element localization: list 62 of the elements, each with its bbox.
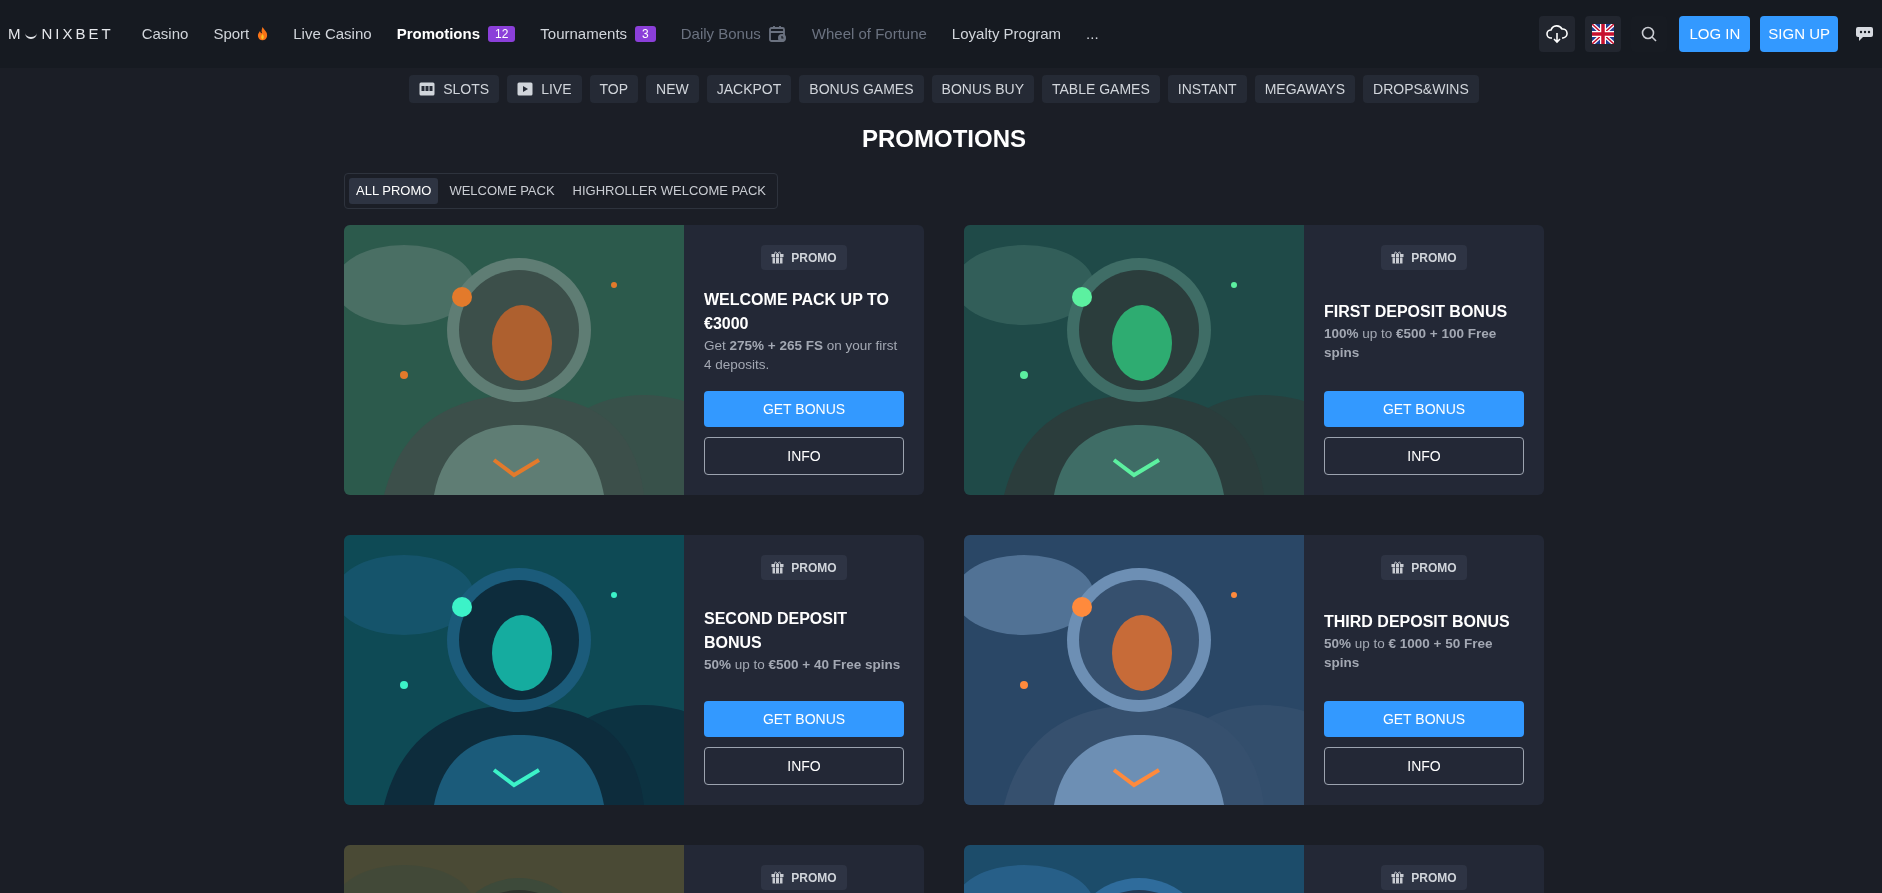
logo-text: NIXBET	[41, 23, 114, 44]
filter-tab[interactable]: WELCOME PACK	[442, 178, 562, 204]
promo-badge: PROMO	[1381, 245, 1467, 270]
page-title: PROMOTIONS	[861, 124, 1027, 154]
filter-tab[interactable]: ALL PROMO	[349, 178, 439, 204]
promo-description: Get 275% + 265 FS on your first 4 deposits.	[704, 336, 899, 374]
category-button[interactable]: INSTANT	[1167, 75, 1247, 103]
nav-link[interactable]: Casino	[141, 22, 189, 46]
slot-machine-icon	[419, 82, 436, 96]
chat-icon[interactable]	[1854, 24, 1874, 44]
category-button[interactable]: NEW	[646, 75, 699, 103]
gift-icon	[1391, 251, 1405, 264]
nav-link[interactable]: Wheel of Fortune	[811, 22, 927, 46]
info-button[interactable]: INFO	[1324, 747, 1524, 785]
nav-link[interactable]: Promotions 12	[396, 22, 516, 46]
category-button[interactable]: BONUS BUY	[931, 75, 1034, 103]
category-button[interactable]: MEGAWAYS	[1254, 75, 1356, 103]
cloud-download-icon	[1546, 24, 1569, 44]
category-button[interactable]: DROPS&WINS	[1363, 75, 1479, 103]
promo-title: WELCOME PACK UP TO €3000	[704, 289, 890, 334]
nav-link[interactable]: Tournaments 3	[540, 22, 656, 46]
gift-icon	[1391, 871, 1405, 884]
gift-icon	[771, 871, 785, 884]
category-button[interactable]: SLOTS	[409, 75, 500, 103]
promo-description: 100% up to €500 + 100 Free spins	[1324, 324, 1498, 362]
promo-badge: PROMO	[761, 555, 847, 580]
search-icon	[1641, 26, 1658, 42]
gift-icon	[1391, 561, 1405, 574]
promo-badge: PROMO	[1381, 555, 1467, 580]
promo-title: FIRST DEPOSIT BONUS	[1324, 301, 1509, 322]
language-button[interactable]	[1585, 16, 1622, 52]
info-button[interactable]: INFO	[704, 747, 904, 785]
promo-badge: PROMO	[761, 865, 847, 890]
category-button[interactable]: TOP	[589, 75, 639, 103]
nav-link[interactable]: Loyalty Program	[951, 22, 1062, 46]
filter-tab[interactable]: HIGHROLLER WELCOME PACK	[565, 178, 773, 204]
category-button[interactable]: BONUS GAMES	[799, 75, 924, 103]
promo-description: 50% up to €500 + 40 Free spins	[704, 656, 902, 674]
flame-icon	[257, 27, 269, 41]
calendar-icon	[768, 25, 787, 43]
nav-link[interactable]: Daily Bonus	[680, 22, 787, 46]
nav-link[interactable]: Sport	[213, 22, 269, 46]
logo-text: M	[8, 23, 24, 44]
gift-icon	[771, 251, 785, 264]
nav-link[interactable]: Live Casino	[293, 22, 372, 46]
flag-icon	[1592, 24, 1615, 44]
category-button[interactable]: JACKPOT	[706, 75, 792, 103]
promo-badge: PROMO	[761, 245, 847, 270]
category-button[interactable]: LIVE	[507, 75, 582, 103]
play-icon	[517, 82, 534, 96]
promo-title: THIRD DEPOSIT BONUS	[1324, 611, 1511, 632]
promo-badge: PROMO	[1381, 865, 1467, 890]
info-button[interactable]: INFO	[1324, 437, 1524, 475]
gift-icon	[771, 561, 785, 574]
category-button[interactable]: TABLE GAMES	[1042, 75, 1160, 103]
promo-description: 50% up to € 1000 + 50 Free spins	[1324, 634, 1494, 672]
count-badge: 3	[635, 26, 656, 42]
nav-link[interactable]: ...	[1086, 22, 1099, 46]
info-button[interactable]: INFO	[704, 437, 904, 475]
count-badge: 12	[488, 26, 516, 42]
promo-title: SECOND DEPOSIT BONUS	[704, 609, 849, 653]
download-button[interactable]	[1539, 16, 1576, 52]
